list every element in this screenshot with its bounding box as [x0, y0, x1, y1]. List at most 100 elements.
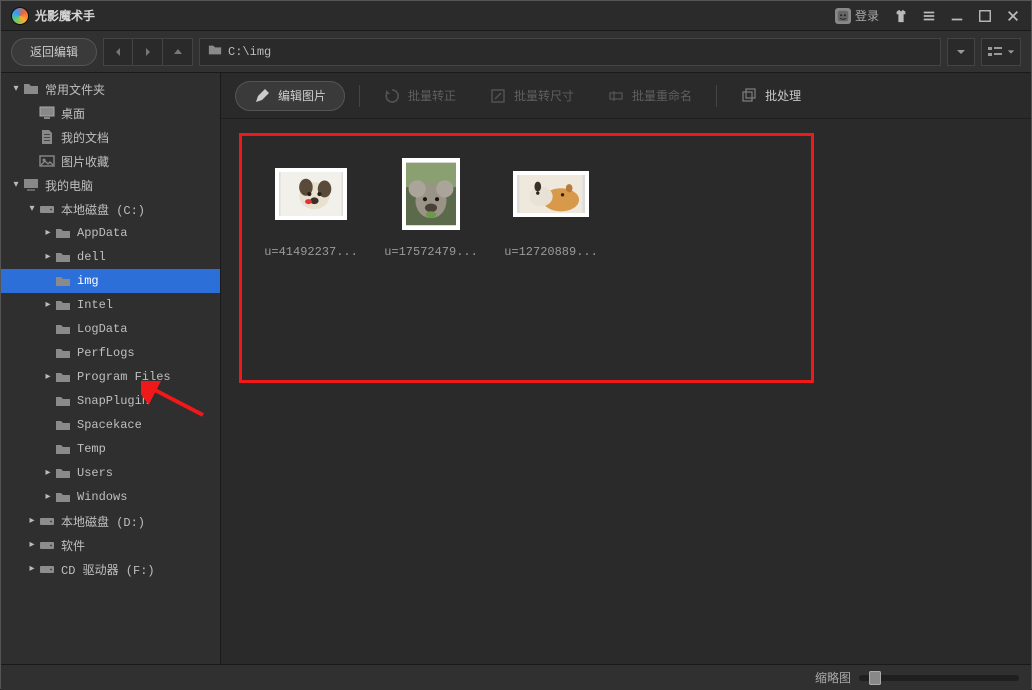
thumbnail-image [402, 158, 460, 230]
tree-drive[interactable]: ▸ 软件 [1, 533, 220, 557]
tree-picture-collection[interactable]: 图片收藏 [1, 149, 220, 173]
expand-icon: ▸ [25, 515, 39, 527]
tree-label: PerfLogs [77, 346, 135, 360]
expand-icon: ▸ [25, 539, 39, 551]
tree-favorites-header[interactable]: ▾ 常用文件夹 [1, 77, 220, 101]
maximize-button[interactable] [971, 4, 999, 28]
address-path: C:\img [228, 45, 271, 59]
tree-folder-users[interactable]: ▸Users [1, 461, 220, 485]
tree-desktop[interactable]: 桌面 [1, 101, 220, 125]
disk-icon [39, 537, 55, 553]
pictures-icon [39, 153, 55, 169]
login-label: 登录 [855, 7, 879, 24]
tree-label: img [77, 274, 99, 288]
resize-icon [490, 88, 506, 104]
tree-folder-perflogs[interactable]: PerfLogs [1, 341, 220, 365]
face-icon [835, 8, 851, 24]
login-button[interactable]: 登录 [835, 7, 879, 24]
batch-process-button[interactable]: 批处理 [731, 81, 811, 111]
expand-icon: ▸ [41, 491, 55, 503]
history-nav [103, 38, 193, 66]
folder-tree: ▾ 常用文件夹 桌面 我的文档 图片收藏 ▾ 我的电脑 ▾ [1, 73, 221, 664]
tree-label: SnapPlugin [77, 394, 149, 408]
disk-icon [39, 513, 55, 529]
folder-icon [55, 369, 71, 385]
history-back-button[interactable] [103, 38, 133, 66]
disk-icon [39, 201, 55, 217]
expand-icon: ▸ [25, 563, 39, 575]
tree-folder-spacekace[interactable]: Spacekace [1, 413, 220, 437]
tree-label: Temp [77, 442, 106, 456]
collapse-icon: ▾ [9, 83, 23, 95]
pencil-icon [254, 88, 270, 104]
tree-drive-c[interactable]: ▾ 本地磁盘 (C:) [1, 197, 220, 221]
tree-label: 软件 [61, 537, 85, 554]
rotate-icon [384, 88, 400, 104]
navigation-bar: 返回编辑 C:\img [1, 31, 1031, 73]
thumbnail-size-slider[interactable] [859, 675, 1019, 681]
folder-icon [55, 393, 71, 409]
expand-icon: ▸ [41, 227, 55, 239]
slider-thumb[interactable] [869, 671, 881, 685]
tree-label: Program Files [77, 370, 171, 384]
separator [359, 85, 360, 107]
address-history-dropdown[interactable] [947, 38, 975, 66]
tree-drive[interactable]: ▸ 本地磁盘 (D:) [1, 509, 220, 533]
desktop-icon [39, 105, 55, 121]
tree-folder-appdata[interactable]: ▸ AppData [1, 221, 220, 245]
thumbnail-image [513, 171, 589, 217]
thumbsize-label: 缩略图 [815, 669, 851, 686]
collapse-icon: ▾ [25, 203, 39, 215]
content-pane: 编辑图片 批量转正 批量转尺寸 批量重命名 批处理 [221, 73, 1031, 664]
up-folder-button[interactable] [163, 38, 193, 66]
view-mode-button[interactable] [981, 38, 1021, 66]
expand-icon: ▸ [41, 251, 55, 263]
minimize-button[interactable] [943, 4, 971, 28]
skin-button[interactable] [887, 4, 915, 28]
tree-drive[interactable]: ▸ CD 驱动器 (F:) [1, 557, 220, 581]
history-forward-button[interactable] [133, 38, 163, 66]
app-title: 光影魔术手 [35, 7, 95, 24]
document-icon [39, 129, 55, 145]
expand-icon: ▸ [41, 299, 55, 311]
menu-button[interactable] [915, 4, 943, 28]
tree-folder-snapplugin[interactable]: SnapPlugin [1, 389, 220, 413]
tree-folder-windows[interactable]: ▸Windows [1, 485, 220, 509]
status-bar: 缩略图 [1, 664, 1031, 690]
tree-folder-img[interactable]: img [1, 269, 220, 293]
tree-folder-program-files[interactable]: ▸Program Files [1, 365, 220, 389]
tree-label: CD 驱动器 (F:) [61, 561, 155, 578]
back-to-edit-button[interactable]: 返回编辑 [11, 38, 97, 66]
tree-label: 本地磁盘 (D:) [61, 513, 145, 530]
thumbnail-item[interactable]: u=41492237... [261, 161, 361, 259]
content-toolbar: 编辑图片 批量转正 批量转尺寸 批量重命名 批处理 [221, 73, 1031, 119]
tree-folder-logdata[interactable]: LogData [1, 317, 220, 341]
tree-my-computer[interactable]: ▾ 我的电脑 [1, 173, 220, 197]
edit-image-button[interactable]: 编辑图片 [235, 81, 345, 111]
close-button[interactable] [999, 4, 1027, 28]
thumbnail-image [275, 168, 347, 220]
tree-label: Intel [77, 298, 113, 312]
batch-resize-button[interactable]: 批量转尺寸 [480, 81, 584, 111]
thumbnail-item[interactable]: u=12720889... [501, 161, 601, 259]
batch-icon [741, 88, 757, 104]
batch-rotate-button[interactable]: 批量转正 [374, 81, 466, 111]
collapse-icon: ▾ [9, 179, 23, 191]
thumbnail-item[interactable]: u=17572479... [381, 161, 481, 259]
batch-rename-button[interactable]: 批量重命名 [598, 81, 702, 111]
folder-icon [55, 321, 71, 337]
folder-icon [55, 417, 71, 433]
separator [716, 85, 717, 107]
tree-folder-intel[interactable]: ▸ Intel [1, 293, 220, 317]
thumbnail-grid: u=41492237... [221, 119, 1031, 664]
address-bar[interactable]: C:\img [199, 38, 941, 66]
computer-icon [23, 177, 39, 193]
thumbnail-label: u=17572479... [384, 245, 478, 259]
folder-icon [208, 43, 222, 60]
tree-my-documents[interactable]: 我的文档 [1, 125, 220, 149]
folder-icon [55, 489, 71, 505]
tree-folder-dell[interactable]: ▸dell [1, 245, 220, 269]
tree-folder-temp[interactable]: Temp [1, 437, 220, 461]
folder-icon [55, 273, 71, 289]
tree-label: AppData [77, 226, 127, 240]
